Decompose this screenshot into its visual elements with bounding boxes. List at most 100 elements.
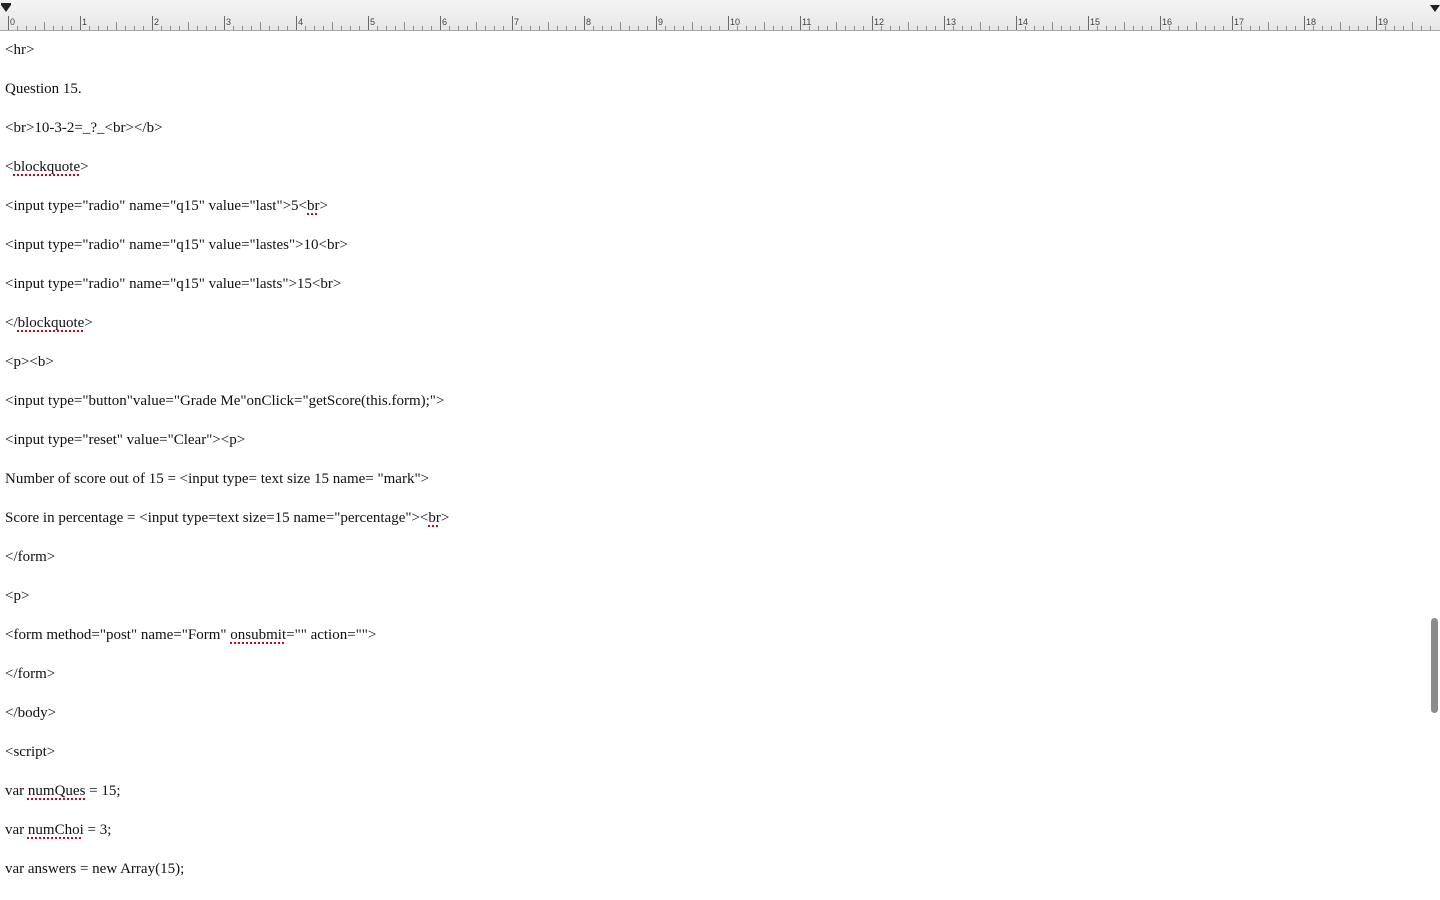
ruler-major-tick bbox=[440, 16, 441, 30]
ruler-minor-tick bbox=[1115, 26, 1116, 30]
text-line: var answers = new Array(15); bbox=[5, 860, 184, 878]
ruler-tick-label: 12 bbox=[874, 17, 885, 27]
text-segment: </ bbox=[5, 315, 18, 331]
right-indent-marker[interactable] bbox=[1430, 5, 1440, 12]
ruler-minor-tick bbox=[161, 26, 162, 30]
text-line: <hr> bbox=[5, 41, 34, 59]
ruler-minor-tick bbox=[62, 26, 63, 30]
ruler-minor-tick bbox=[476, 22, 477, 30]
ruler-tick-label: 13 bbox=[946, 17, 957, 27]
text-segment: <input type="radio" name="q15" value="la… bbox=[5, 276, 342, 292]
text-line: <br>10-3-2=_?_<br></b> bbox=[5, 119, 163, 137]
ruler-minor-tick bbox=[188, 22, 189, 30]
ruler-major-tick bbox=[224, 16, 225, 30]
ruler-minor-tick bbox=[1241, 26, 1242, 30]
text-line: <p> bbox=[5, 587, 29, 605]
text-segment: </form> bbox=[5, 666, 56, 682]
ruler-tick-label: 2 bbox=[154, 17, 160, 27]
ruler-minor-tick bbox=[1250, 26, 1251, 30]
ruler-minor-tick bbox=[701, 26, 702, 30]
ruler-minor-tick bbox=[962, 26, 963, 30]
ruler-minor-tick bbox=[1052, 22, 1053, 30]
ruler-minor-tick bbox=[998, 26, 999, 30]
ruler-minor-tick bbox=[1223, 26, 1224, 30]
ruler-minor-tick bbox=[260, 22, 261, 30]
ruler-minor-tick bbox=[1079, 26, 1080, 30]
text-line: <form method="post" name="Form" onsubmit… bbox=[5, 626, 376, 644]
document-body[interactable]: <hr> Question 15. <br>10-3-2=_?_<br></b> <b… bbox=[0, 31, 1440, 900]
text-line: var numQues = 15; bbox=[5, 782, 121, 800]
ruler-minor-tick bbox=[1034, 26, 1035, 30]
ruler-minor-tick bbox=[1313, 26, 1314, 30]
ruler-major-tick bbox=[368, 16, 369, 30]
ruler: 0 1 2 3 4 5 6 7 8 9 10 11 12 13 14 15 16 17 18 19 bbox=[0, 0, 1440, 31]
ruler-major-tick bbox=[1088, 16, 1089, 30]
text-line: <script> bbox=[5, 743, 55, 761]
text-segment: = 15; bbox=[85, 783, 121, 799]
ruler-minor-tick bbox=[458, 26, 459, 30]
text-segment: <input type="reset" value="Clear"><p> bbox=[5, 432, 246, 448]
ruler-minor-tick bbox=[773, 26, 774, 30]
ruler-minor-tick bbox=[278, 26, 279, 30]
misspelled-word: br bbox=[428, 510, 441, 526]
text-segment: var answers = new Array(15); bbox=[5, 861, 185, 877]
ruler-minor-tick bbox=[647, 26, 648, 30]
ruler-minor-tick bbox=[575, 26, 576, 30]
ruler-minor-tick bbox=[134, 26, 135, 30]
ruler-minor-tick bbox=[971, 26, 972, 30]
text-line: <input type="radio" name="q15" value="la… bbox=[5, 236, 348, 254]
ruler-major-tick bbox=[1376, 16, 1377, 30]
ruler-minor-tick bbox=[359, 26, 360, 30]
text-segment: <script> bbox=[5, 744, 56, 760]
ruler-minor-tick bbox=[35, 26, 36, 30]
ruler-minor-tick bbox=[1007, 26, 1008, 30]
ruler-minor-tick bbox=[611, 26, 612, 30]
ruler-minor-tick bbox=[98, 26, 99, 30]
ruler-minor-tick bbox=[116, 22, 117, 30]
ruler-minor-tick bbox=[323, 26, 324, 30]
ruler-minor-tick bbox=[683, 26, 684, 30]
ruler-minor-tick bbox=[782, 26, 783, 30]
text-line: </form> bbox=[5, 665, 55, 683]
ruler-minor-tick bbox=[503, 26, 504, 30]
ruler-minor-tick bbox=[413, 26, 414, 30]
ruler-minor-tick bbox=[539, 26, 540, 30]
ruler-minor-tick bbox=[1286, 26, 1287, 30]
ruler-minor-tick bbox=[305, 26, 306, 30]
ruler-minor-tick bbox=[386, 26, 387, 30]
text-segment: Question 15. bbox=[5, 81, 82, 97]
ruler-minor-tick bbox=[1061, 26, 1062, 30]
text-line: </form> bbox=[5, 548, 55, 566]
ruler-minor-tick bbox=[1403, 26, 1404, 30]
ruler-minor-tick bbox=[44, 22, 45, 30]
ruler-minor-tick bbox=[125, 26, 126, 30]
misspelled-word: blockquote bbox=[17, 315, 85, 331]
ruler-minor-tick bbox=[467, 26, 468, 30]
ruler-minor-tick bbox=[737, 26, 738, 30]
ruler-minor-tick bbox=[845, 26, 846, 30]
ruler-minor-tick bbox=[404, 22, 405, 30]
ruler-tick-label: 6 bbox=[442, 17, 448, 27]
misspelled-word: br bbox=[307, 198, 320, 214]
text-segment: Score in percentage = <input type=text s… bbox=[5, 510, 429, 526]
text-line: <input type="reset" value="Clear"><p> bbox=[5, 431, 245, 449]
ruler-minor-tick bbox=[521, 26, 522, 30]
ruler-minor-tick bbox=[1430, 26, 1431, 30]
ruler-minor-tick bbox=[395, 26, 396, 30]
ruler-minor-tick bbox=[350, 26, 351, 30]
vertical-scrollbar[interactable] bbox=[1431, 618, 1438, 713]
ruler-tick-label: 9 bbox=[658, 17, 664, 27]
text-segment: var bbox=[5, 822, 28, 838]
ruler-major-tick bbox=[296, 16, 297, 30]
text-line: </blockquote> bbox=[5, 314, 93, 332]
ruler-minor-tick bbox=[179, 26, 180, 30]
ruler-minor-tick bbox=[548, 22, 549, 30]
text-segment: > bbox=[440, 510, 450, 526]
ruler-minor-tick bbox=[242, 26, 243, 30]
text-line: </body> bbox=[5, 704, 56, 722]
ruler-tick-label: 17 bbox=[1234, 17, 1245, 27]
ruler-tick-label: 10 bbox=[730, 17, 741, 27]
ruler-major-tick bbox=[728, 16, 729, 30]
left-indent-marker[interactable] bbox=[1, 3, 11, 12]
ruler-minor-tick bbox=[602, 26, 603, 30]
